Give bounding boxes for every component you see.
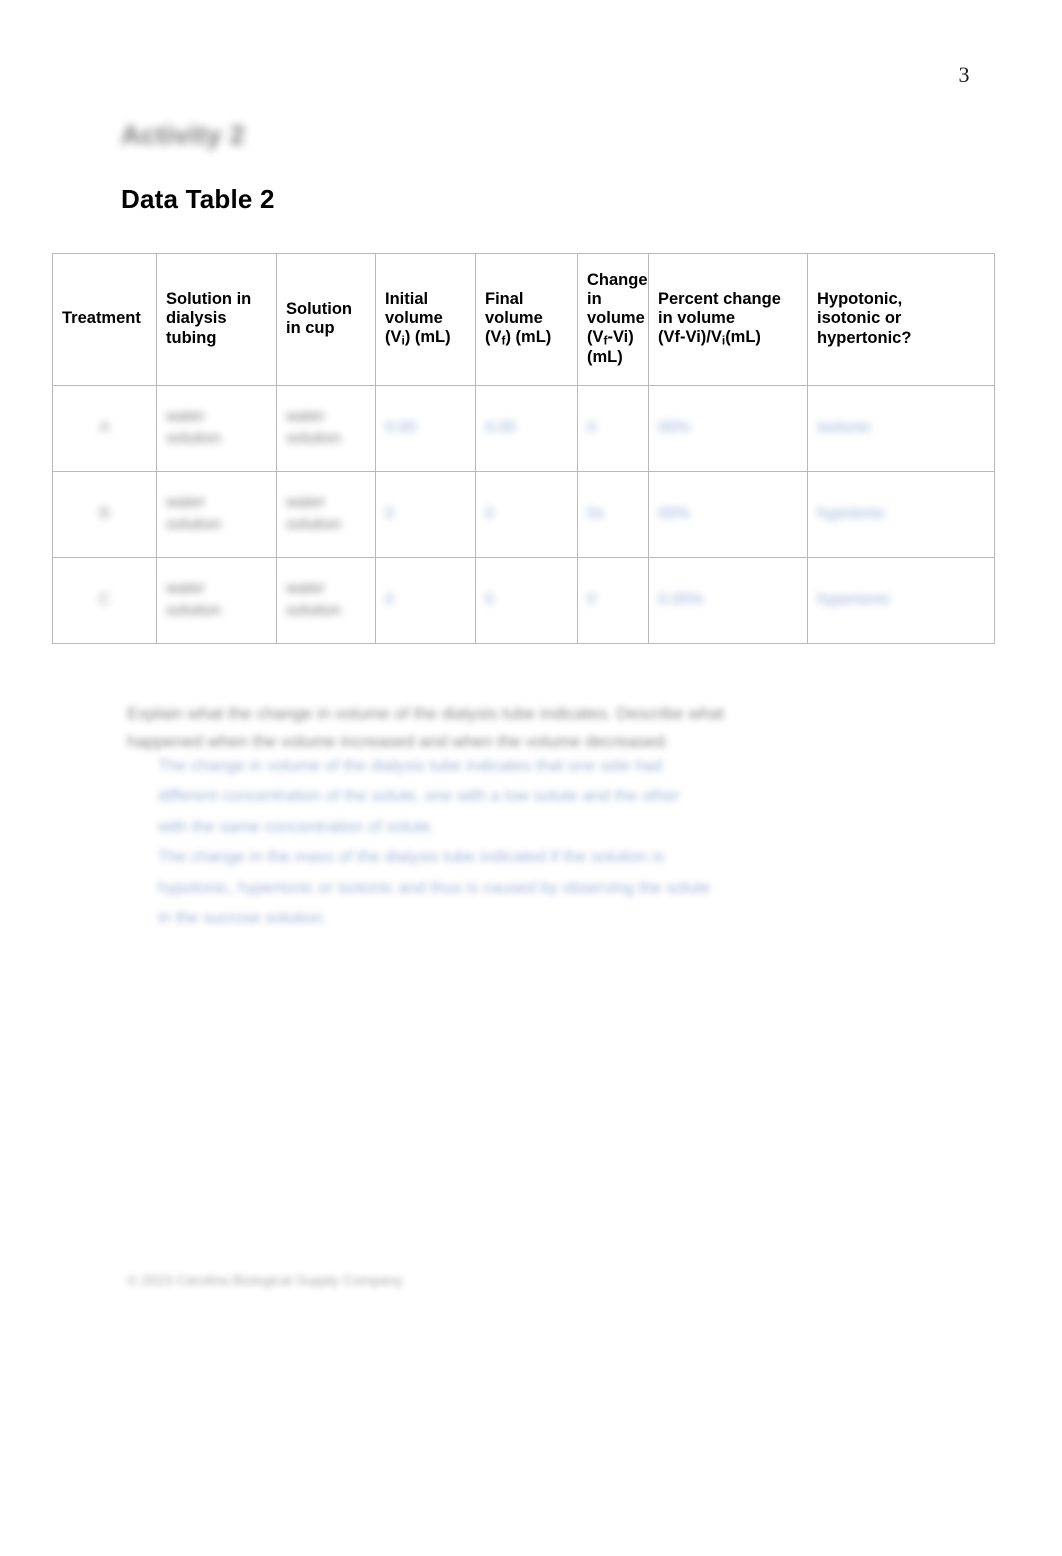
cell-solution-cup[interactable]: water solution [276,385,376,472]
treatment-value: A [99,419,110,437]
header-label-treatment: Treatment [62,309,141,328]
treatment-value: B [99,505,110,523]
answer-line: in the sucrose solution. [158,908,327,927]
column-header-treatment: Treatment [52,253,157,386]
solution-tubing-line-1: water [166,580,206,598]
column-header-final-volume: Final volume (Vf) (mL) [475,253,578,386]
data-table-2: Treatment Solution in dialysis tubing Solu… [52,253,995,644]
column-header-change-volume: Change in volume (Vf-Vi) (mL) [577,253,649,386]
cell-treatment[interactable]: C [52,557,157,644]
answer-line: The change in volume of the dialysis tub… [158,757,663,775]
answer-line: hypotonic, hypertonic or isotonic and th… [158,878,711,897]
column-header-tonicity: Hypotonic, isotonic or hypertonic? [807,253,995,386]
tonicity-value: hypertonic [817,591,891,609]
cell-tonicity[interactable]: hypotonic [807,471,995,558]
solution-tubing-line-1: water [166,494,206,512]
column-header-solution-tubing: Solution in dialysis tubing [156,253,277,386]
percent-change-value: 0.00% [658,591,704,609]
table-row: A water solution water solution 0.00 0.0 [52,385,995,472]
column-header-percent-change: Percent change in volume (Vf-Vi)/Vi(mL) [648,253,808,386]
table-row: B water solution water solution 0 0 0s 0… [52,471,995,558]
document-page: 3 Activity 2 Data Table 2 Treatment Solu… [0,0,1062,1556]
cell-solution-tubing[interactable]: water solution [156,385,277,472]
answer-line: different concentration of the solute, o… [158,787,680,806]
cell-solution-tubing[interactable]: water solution [156,471,277,558]
final-volume-value: 0 [485,591,494,609]
cell-percent-change[interactable]: 0.00% [648,557,808,644]
page-number: 3 [958,62,970,87]
initial-volume-value: 0 [385,591,394,609]
cell-treatment[interactable]: B [52,471,157,558]
final-volume-value: 0 [485,505,494,523]
cell-change-volume[interactable]: 0 [577,385,649,472]
answer-line: The change in the mass of the dialysis t… [158,848,665,867]
answer-text[interactable]: The change in volume of the dialysis tub… [158,752,803,934]
change-volume-value: 0 [587,419,596,437]
cell-final-volume[interactable]: 0 [475,557,578,644]
solution-tubing-line-2: solution [166,516,222,533]
table-row: C water solution water solution 0 0 0 0.… [52,557,995,644]
solution-cup-line-1: water [286,494,326,512]
cell-final-volume[interactable]: 0 [475,471,578,558]
percent-change-value: 00% [658,505,691,523]
solution-tubing-line-1: water [166,408,206,426]
question-prompt: Explain what the change in volume of the… [127,704,725,751]
final-volume-value: 0.00 [485,419,517,437]
answer-line: with the same concentration of solute. [158,817,435,836]
change-volume-value: 0s [587,505,604,523]
solution-cup-line-2: solution [286,602,342,619]
cell-solution-tubing[interactable]: water solution [156,557,277,644]
treatment-value: C [98,591,111,609]
cell-treatment[interactable]: A [52,385,157,472]
solution-cup-line-2: solution [286,516,342,533]
cell-tonicity[interactable]: isotonic [807,385,995,472]
tonicity-value: hypotonic [817,505,886,523]
solution-tubing-line-2: solution [166,602,222,619]
percent-change-value: 00% [658,419,691,437]
data-table-container: Treatment Solution in dialysis tubing Solu… [52,253,995,644]
table-header-row: Treatment Solution in dialysis tubing Solu… [52,253,995,386]
cell-solution-cup[interactable]: water solution [276,557,376,644]
footer-copyright: © 2023 Carolina Biological Supply Compan… [127,1272,403,1288]
initial-volume-value: 0 [385,505,394,523]
cell-initial-volume[interactable]: 0.00 [375,385,476,472]
cell-final-volume[interactable]: 0.00 [475,385,578,472]
page-title: Data Table 2 [121,184,275,214]
column-header-solution-cup: Solution in cup [276,253,376,386]
initial-volume-value: 0.00 [385,419,417,437]
cell-percent-change[interactable]: 00% [648,385,808,472]
cell-change-volume[interactable]: 0s [577,471,649,558]
cell-change-volume[interactable]: 0 [577,557,649,644]
activity-heading: Activity 2 [121,120,246,150]
cell-tonicity[interactable]: hypertonic [807,557,995,644]
cell-solution-cup[interactable]: water solution [276,471,376,558]
cell-percent-change[interactable]: 00% [648,471,808,558]
cell-initial-volume[interactable]: 0 [375,471,476,558]
column-header-initial-volume: Initial volume (Vi) (mL) [375,253,476,386]
solution-tubing-line-2: solution [166,430,222,447]
solution-cup-line-1: water [286,580,326,598]
solution-cup-line-1: water [286,408,326,426]
solution-cup-line-2: solution [286,430,342,447]
tonicity-value: isotonic [817,419,872,437]
cell-initial-volume[interactable]: 0 [375,557,476,644]
change-volume-value: 0 [587,591,596,609]
